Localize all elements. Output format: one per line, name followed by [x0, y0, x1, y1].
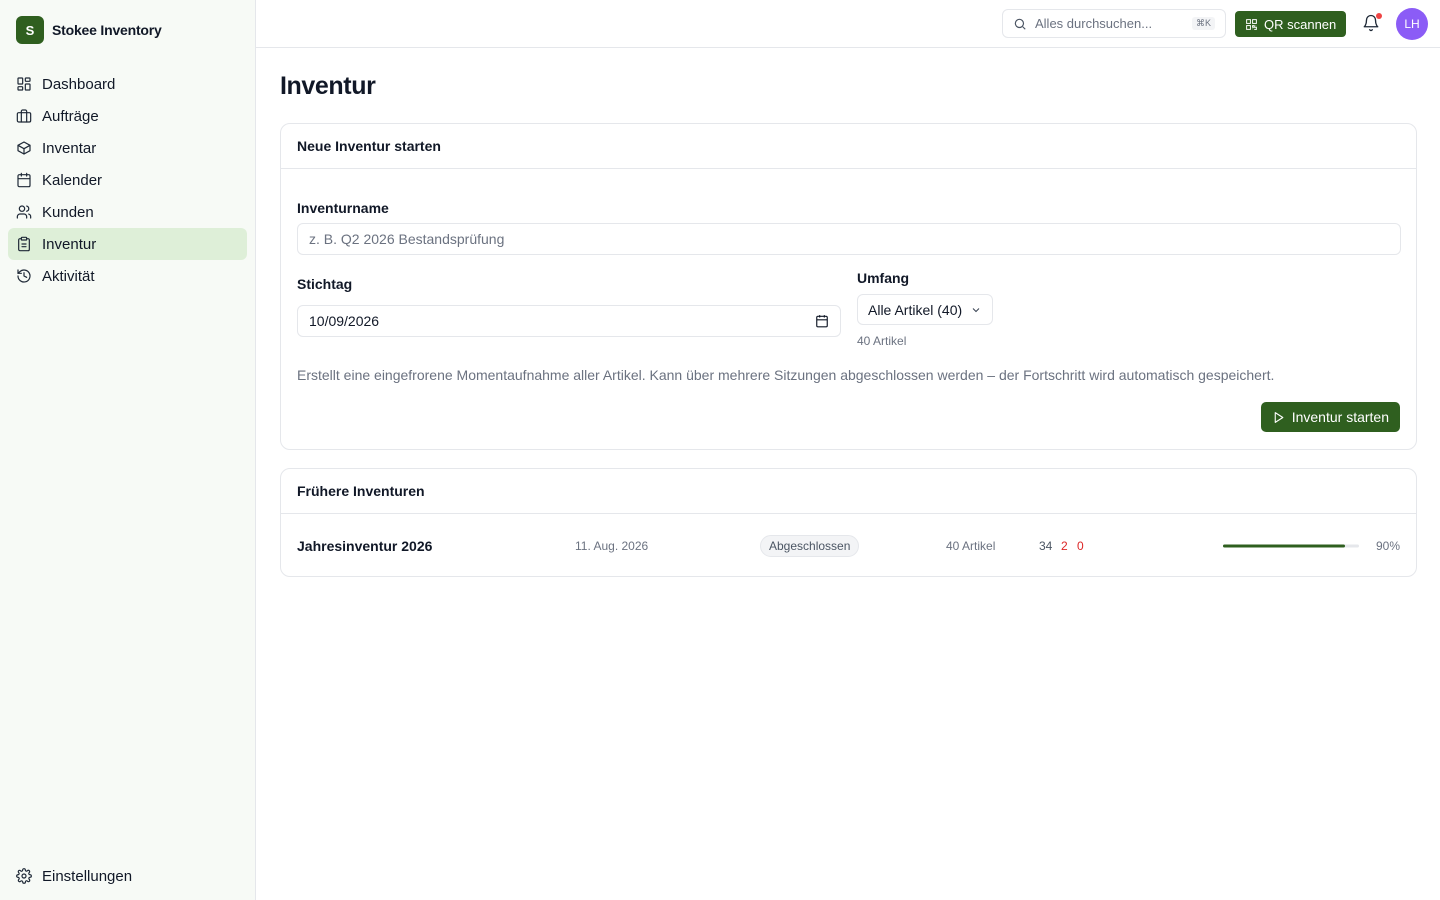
- list-item[interactable]: Jahresinventur 2026 11. Aug. 2026 Abgesc…: [281, 514, 1416, 577]
- dashboard-icon: [17, 77, 31, 91]
- reference-date-label: Stichtag: [297, 276, 353, 292]
- scope-select[interactable]: Alle Artikel (40): [857, 294, 994, 325]
- sidebar-item-label: Kunden: [42, 203, 94, 221]
- notification-dot: [1376, 13, 1382, 19]
- new-inventory-form: Inventurname z. B. Q2 2026 Bestandsprüfu…: [281, 169, 1416, 449]
- page-title: Inventur: [280, 72, 376, 100]
- main-content: Inventur Neue Inventur starten Inventurn…: [280, 48, 1417, 577]
- start-inventory-label: Inventur starten: [1291, 409, 1389, 425]
- chevron-down-icon: [972, 307, 980, 312]
- sidebar-item-dashboard[interactable]: Dashboard: [8, 68, 247, 100]
- search-shortcut: ⌘K: [1191, 17, 1215, 30]
- past-inventories-card: Frühere Inventuren Jahresinventur 2026 1…: [280, 468, 1417, 577]
- sidebar-footer: Einstellungen: [8, 860, 247, 892]
- topbar: Alles durchsuchen... ⌘K QR scannen LH: [256, 0, 1440, 48]
- counted-ok: 34: [1039, 538, 1053, 553]
- item-count: 40 Artikel: [946, 538, 996, 553]
- new-inventory-card: Neue Inventur starten Inventurname z. B.…: [280, 123, 1417, 450]
- sidebar-item-inventur[interactable]: Inventur: [8, 228, 247, 260]
- start-inventory-button[interactable]: Inventur starten: [1260, 402, 1400, 432]
- scope-select-value: Alle Artikel (40): [868, 301, 963, 318]
- gear-icon: [16, 868, 32, 884]
- search-input[interactable]: Alles durchsuchen... ⌘K: [1002, 9, 1226, 38]
- status-badge: Abgeschlossen: [760, 534, 860, 557]
- users-icon: [16, 205, 32, 219]
- sidebar-item-label: Aufträge: [42, 107, 99, 125]
- progress-fill: [1223, 544, 1346, 547]
- clipboard-icon: [18, 236, 30, 252]
- sidebar-item-einstellungen[interactable]: Einstellungen: [8, 860, 247, 892]
- inventory-date: 11. Aug. 2026: [575, 538, 649, 553]
- box-icon: [17, 141, 31, 155]
- sidebar-item-inventar[interactable]: Inventar: [8, 132, 247, 164]
- reference-date-input[interactable]: 10/09/2026: [297, 305, 841, 337]
- sidebar-item-kalender[interactable]: Kalender: [8, 164, 247, 196]
- sidebar-item-auftraege[interactable]: Aufträge: [8, 100, 247, 132]
- new-inventory-header: Neue Inventur starten: [281, 124, 1416, 169]
- sidebar-item-kunden[interactable]: Kunden: [8, 196, 247, 228]
- avatar[interactable]: LH: [1396, 8, 1428, 40]
- sidebar-item-aktivitaet[interactable]: Aktivität: [8, 260, 247, 292]
- sidebar-item-label: Aktivität: [42, 267, 95, 285]
- qr-code-icon: [1246, 18, 1257, 30]
- calendar-icon: [816, 315, 828, 328]
- calendar-icon: [17, 172, 31, 188]
- inventory-name-label: Inventurname: [297, 200, 389, 216]
- brand-logo: S: [16, 16, 44, 44]
- search-placeholder: Alles durchsuchen...: [1035, 16, 1153, 31]
- counted-difference: 2: [1061, 538, 1068, 553]
- inventory-name: Jahresinventur 2026: [297, 537, 433, 554]
- sidebar-item-label: Kalender: [42, 171, 103, 189]
- sidebar-item-label: Inventur: [42, 235, 97, 253]
- sidebar-nav: Dashboard Aufträge Inventar Kalender Kun…: [8, 68, 247, 292]
- scope-label: Umfang: [857, 270, 910, 286]
- sidebar: S Stokee Inventory Dashboard Aufträge In…: [0, 0, 256, 900]
- reference-date-value: 10/09/2026: [309, 313, 380, 329]
- play-icon: [1274, 411, 1284, 423]
- progress-percent: 90%: [1375, 538, 1400, 553]
- sidebar-item-label: Inventar: [42, 139, 97, 157]
- qr-scan-label: QR scannen: [1264, 16, 1337, 32]
- qr-scan-button[interactable]: QR scannen: [1235, 11, 1347, 37]
- inventory-name-input[interactable]: z. B. Q2 2026 Bestandsprüfung: [297, 223, 1401, 255]
- brand-name: Stokee Inventory: [52, 22, 162, 38]
- history-icon: [17, 269, 31, 283]
- briefcase-icon: [16, 109, 32, 123]
- sidebar-item-label: Dashboard: [42, 75, 116, 93]
- past-inventories-header: Frühere Inventuren: [281, 469, 1416, 514]
- inventory-description: Erstellt eine eingefrorene Momentaufnahm…: [297, 367, 1275, 383]
- sidebar-item-label: Einstellungen: [42, 867, 133, 885]
- counted-missing: 0: [1077, 538, 1084, 553]
- brand[interactable]: S Stokee Inventory: [16, 16, 162, 44]
- progress-bar: [1223, 544, 1359, 547]
- scope-hint: 40 Artikel: [857, 334, 907, 348]
- notifications-button[interactable]: [1362, 13, 1382, 34]
- search-icon: [1014, 18, 1026, 30]
